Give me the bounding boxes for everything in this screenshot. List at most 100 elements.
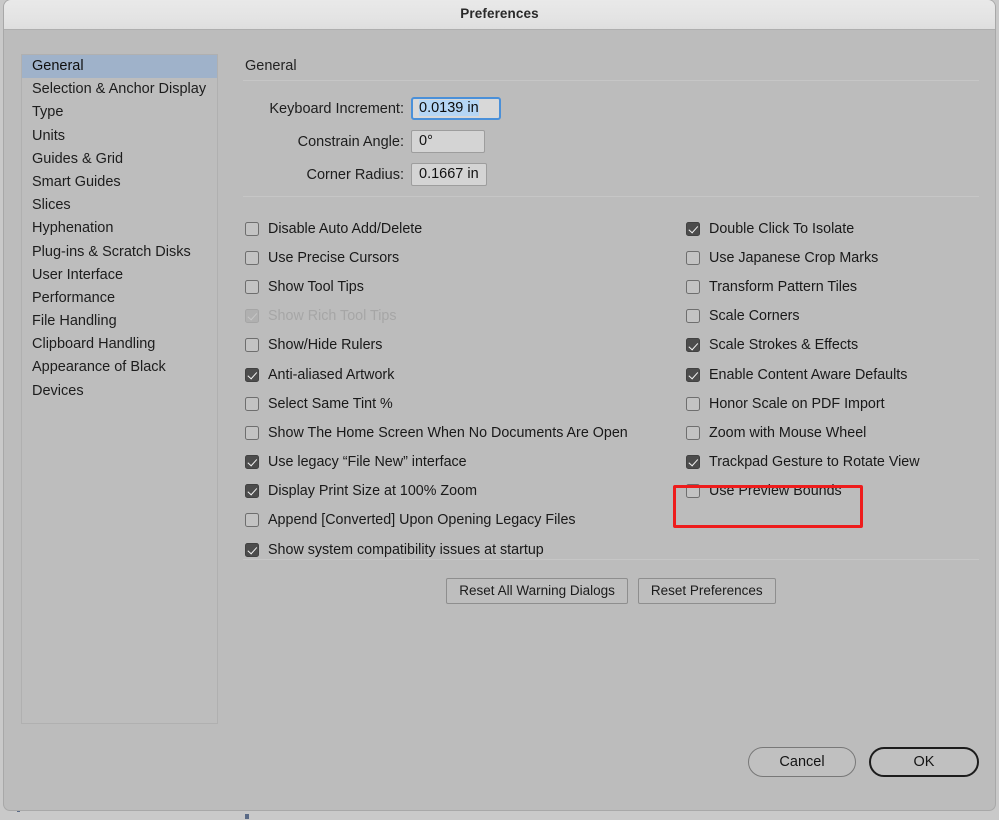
field-value: 0.0139 in (419, 100, 479, 116)
checkbox-empty-icon[interactable] (686, 484, 700, 499)
settings-pane: General Keyboard Increment: 0.0139 in Cons… (243, 54, 979, 810)
checkbox-label: Trackpad Gesture to Rotate View (709, 454, 920, 471)
checkbox-label: Show/Hide Rulers (268, 337, 383, 354)
checkbox-checked-icon[interactable] (686, 221, 700, 236)
checkbox-row-disable-auto-add-delete[interactable]: Disable Auto Add/Delete (245, 214, 665, 243)
field-row: Keyboard Increment: 0.0139 in (243, 97, 979, 120)
checkbox-empty-icon[interactable] (686, 279, 700, 294)
sidebar-item-type[interactable]: Type (22, 101, 217, 124)
checkbox-row-use-precise-cursors[interactable]: Use Precise Cursors (245, 243, 665, 272)
checkbox-row-append-converted-upon-opening-legacy-files[interactable]: Append [Converted] Upon Opening Legacy F… (245, 506, 665, 535)
checkbox-empty-icon[interactable] (686, 309, 700, 324)
sidebar-item-devices[interactable]: Devices (22, 380, 217, 403)
checkbox-checked-icon[interactable] (686, 338, 700, 353)
checkbox-row-use-preview-bounds[interactable]: Use Preview Bounds (686, 477, 986, 506)
checkbox-row-honor-scale-on-pdf-import[interactable]: Honor Scale on PDF Import (686, 389, 986, 418)
sidebar-item-units[interactable]: Units (22, 125, 217, 148)
keyboard-increment-input[interactable]: 0.0139 in (411, 97, 501, 120)
dialog-footer: Cancel OK (748, 747, 979, 777)
checkbox-label: Disable Auto Add/Delete (268, 220, 423, 237)
checkbox-checked-icon[interactable] (245, 542, 259, 557)
checkbox-empty-icon[interactable] (245, 513, 259, 528)
checkbox-empty-icon[interactable] (245, 221, 259, 236)
checkbox-empty-icon[interactable] (686, 396, 700, 411)
checkbox-label: Honor Scale on PDF Import (709, 395, 885, 412)
category-sidebar[interactable]: General Selection & Anchor Display Type Uni… (21, 54, 218, 724)
checkbox-label: Use Precise Cursors (268, 249, 400, 266)
checkbox-label: Show The Home Screen When No Documents A… (268, 424, 628, 441)
checkbox-label: Transform Pattern Tiles (709, 278, 858, 295)
checkbox-checked-icon[interactable] (245, 455, 259, 470)
checkbox-row-show-tool-tips[interactable]: Show Tool Tips (245, 272, 665, 301)
checkbox-label: Anti-aliased Artwork (268, 366, 395, 383)
checkbox-empty-icon[interactable] (245, 338, 259, 353)
sidebar-item-guides-grid[interactable]: Guides & Grid (22, 148, 217, 171)
checkbox-empty-icon[interactable] (686, 250, 700, 265)
checkbox-row-show-the-home-screen-when-no-documents-are-open[interactable]: Show The Home Screen When No Documents A… (245, 418, 665, 447)
checkbox-row-zoom-with-mouse-wheel[interactable]: Zoom with Mouse Wheel (686, 418, 986, 447)
checkbox-checked-icon (245, 309, 259, 324)
checkbox-row-show-system-compatibility-issues-at-startup[interactable]: Show system compatibility issues at star… (245, 535, 665, 564)
button-reset-preferences[interactable]: Reset Preferences (637, 578, 776, 604)
checkbox-label: Scale Corners (709, 308, 800, 325)
checkbox-label: Use Japanese Crop Marks (709, 249, 879, 266)
checkbox-label: Double Click To Isolate (709, 220, 855, 237)
sidebar-item-clipboard-handling[interactable]: Clipboard Handling (22, 333, 217, 356)
checkbox-row-use-japanese-crop-marks[interactable]: Use Japanese Crop Marks (686, 243, 986, 272)
checkbox-row-anti-aliased-artwork[interactable]: Anti-aliased Artwork (245, 360, 665, 389)
field-label: Constrain Angle: (297, 133, 404, 150)
checkbox-empty-icon[interactable] (245, 279, 259, 294)
checkbox-row-scale-corners[interactable]: Scale Corners (686, 302, 986, 331)
field-row: Corner Radius: 0.1667 in (243, 163, 979, 186)
ok-button[interactable]: OK (869, 747, 979, 777)
checkbox-checked-icon[interactable] (686, 367, 700, 382)
sidebar-item-user-interface[interactable]: User Interface (22, 264, 217, 287)
cancel-button[interactable]: Cancel (748, 747, 856, 777)
sidebar-item-appearance-of-black[interactable]: Appearance of Black (22, 356, 217, 379)
options-columns: Disable Auto Add/Delete Use Precise Curso… (243, 214, 979, 559)
checkbox-label: Show Tool Tips (268, 278, 364, 295)
checkbox-row-scale-strokes-effects[interactable]: Scale Strokes & Effects (686, 331, 986, 360)
checkbox-checked-icon[interactable] (245, 367, 259, 382)
checkbox-empty-icon[interactable] (245, 425, 259, 440)
sidebar-item-hyphenation[interactable]: Hyphenation (22, 217, 217, 240)
checkbox-label: Enable Content Aware Defaults (709, 366, 908, 383)
field-label: Keyboard Increment: (269, 100, 404, 117)
checkbox-row-select-same-tint[interactable]: Select Same Tint % (245, 389, 665, 418)
checkbox-label: Select Same Tint % (268, 395, 393, 412)
background-artifact-center (245, 814, 249, 819)
text-input[interactable]: 0.1667 in (411, 163, 487, 186)
sidebar-item-file-handling[interactable]: File Handling (22, 310, 217, 333)
checkbox-label: Use Preview Bounds (709, 483, 842, 500)
checkbox-row-enable-content-aware-defaults[interactable]: Enable Content Aware Defaults (686, 360, 986, 389)
options-column-left: Disable Auto Add/Delete Use Precise Curso… (245, 214, 665, 564)
sidebar-item-slices[interactable]: Slices (22, 194, 217, 217)
checkbox-row-use-legacy-file-new-interface[interactable]: Use legacy “File New” interface (245, 448, 665, 477)
title-bar: Preferences (4, 0, 995, 30)
divider-middle (243, 196, 979, 197)
checkbox-checked-icon[interactable] (686, 455, 700, 470)
checkbox-label: Use legacy “File New” interface (268, 454, 467, 471)
checkbox-row-trackpad-gesture-to-rotate-view[interactable]: Trackpad Gesture to Rotate View (686, 448, 986, 477)
checkbox-row-transform-pattern-tiles[interactable]: Transform Pattern Tiles (686, 272, 986, 301)
sidebar-item-general[interactable]: General (22, 55, 217, 79)
window-title: Preferences (460, 6, 539, 21)
checkbox-label: Zoom with Mouse Wheel (709, 424, 867, 441)
checkbox-row-double-click-to-isolate[interactable]: Double Click To Isolate (686, 214, 986, 243)
reset-area: Reset All Warning Dialogs Reset Preferenc… (243, 578, 979, 604)
checkbox-checked-icon[interactable] (245, 484, 259, 499)
field-label: Corner Radius: (306, 166, 404, 183)
checkbox-row-display-print-size-at-100-zoom[interactable]: Display Print Size at 100% Zoom (245, 477, 665, 506)
checkbox-label: Show Rich Tool Tips (268, 308, 397, 325)
sidebar-item-selection-anchor-display[interactable]: Selection & Anchor Display (22, 78, 217, 101)
sidebar-item-plug-ins-scratch-disks[interactable]: Plug-ins & Scratch Disks (22, 241, 217, 264)
checkbox-empty-icon[interactable] (686, 425, 700, 440)
checkbox-row-show-hide-rulers[interactable]: Show/Hide Rulers (245, 331, 665, 360)
checkbox-empty-icon[interactable] (245, 396, 259, 411)
sidebar-item-smart-guides[interactable]: Smart Guides (22, 171, 217, 194)
text-input[interactable]: 0° (411, 130, 485, 153)
button-reset-all-warning-dialogs[interactable]: Reset All Warning Dialogs (446, 578, 628, 604)
checkbox-label: Append [Converted] Upon Opening Legacy F… (268, 512, 576, 529)
sidebar-item-performance[interactable]: Performance (22, 287, 217, 310)
checkbox-empty-icon[interactable] (245, 250, 259, 265)
